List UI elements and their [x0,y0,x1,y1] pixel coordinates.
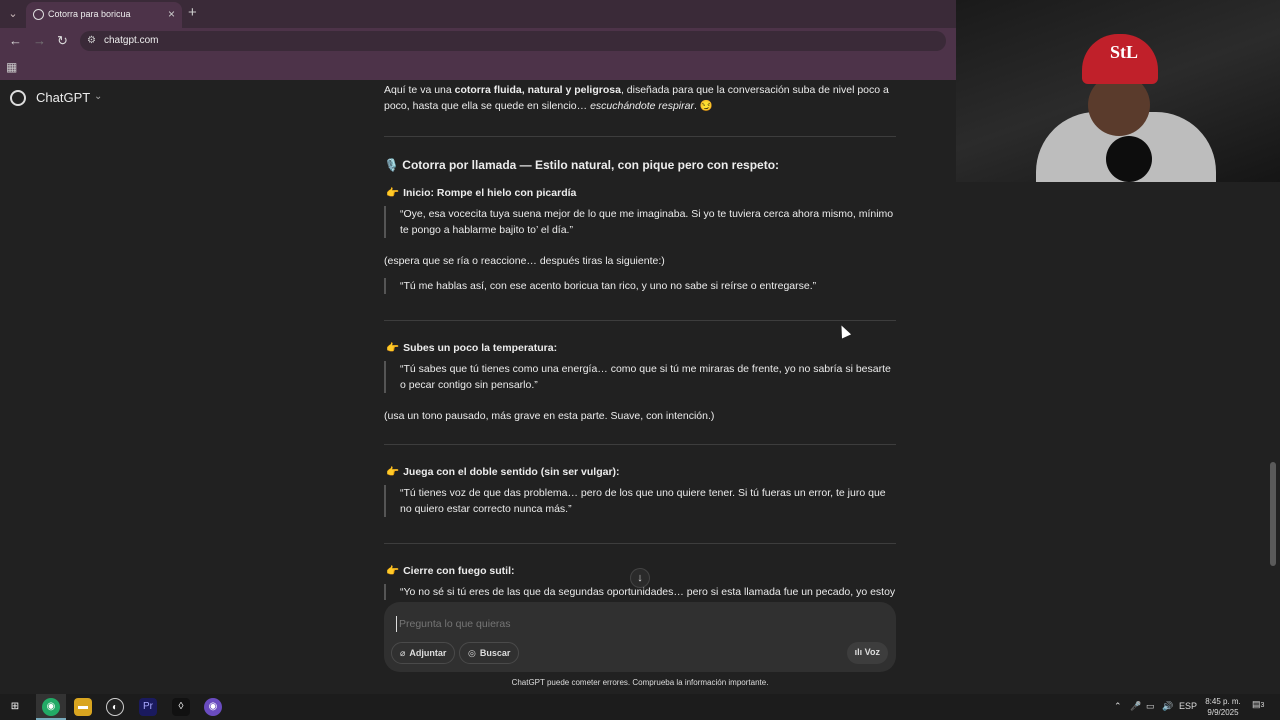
divider [384,320,896,321]
webcam-overlay: StL [956,0,1280,182]
brand-name: ChatGPT [36,90,91,105]
divider [384,136,896,137]
globe-icon: ◎ [468,648,476,658]
clock[interactable]: 8:45 p. m. 9/9/2025 [1196,696,1250,718]
attach-button[interactable]: ⌀ Adjuntar [391,642,456,664]
quote-block: “Tú me hablas así, con ese acento boricu… [384,278,896,294]
quote-block: “Tú sabes que tú tienes como una energía… [384,361,896,393]
windows-start-icon[interactable]: ⊞ [6,698,24,716]
clock-time: 8:45 p. m. [1205,697,1241,706]
quote-block: “Oye, esa vocecita tuya suena mejor de l… [384,206,896,238]
url-text: chatgpt.com [104,35,159,46]
clock-date: 9/9/2025 [1207,708,1239,717]
search-label: Buscar [479,648,511,658]
divider [384,444,896,445]
step-title: 👉 Inicio: Rompe el hielo con picardía [386,185,576,201]
close-tab-icon[interactable]: × [168,7,175,21]
tab-search-chevron-icon[interactable]: ⌄ [4,5,22,23]
step-title: 👉 Cierre con fuego sutil: [386,563,515,579]
scroll-down-button[interactable]: ↓ [630,568,650,588]
notification-count: 3 [1260,702,1265,709]
page-scrollbar[interactable] [1270,462,1276,566]
step-title-text: Cierre con fuego sutil: [403,565,515,577]
chat-thread: Aquí te va una cotorra fluida, natural y… [384,80,896,600]
network-icon[interactable]: ▭ [1146,701,1155,712]
step-title-text: Inicio: Rompe el hielo con picardía [403,187,577,199]
site-info-icon[interactable]: ⚙ [87,35,96,46]
step-title: 👉 Juega con el doble sentido (sin ser vul… [386,464,620,480]
address-toolbar: ← → ↻ ⚙ chatgpt.com [0,28,956,54]
forward-icon[interactable]: → [33,33,46,48]
pointing-hand-icon: 👉 [386,466,400,478]
volume-icon[interactable]: 🔊 [1162,701,1173,712]
prompt-input[interactable] [396,616,876,632]
pointing-hand-icon: 👉 [386,342,400,354]
intro-text-end: . 😏 [693,100,713,112]
bookmarks-bar: ▦ [0,54,956,80]
microphone [1106,136,1152,182]
openai-logo-icon [10,90,26,106]
note-text: (usa un tono pausado, más grave en esta … [384,410,715,422]
step-title: 👉 Subes un poco la temperatura: [386,340,557,356]
step-title-text: Juega con el doble sentido (sin ser vulg… [403,466,620,478]
red-cap: StL [1082,34,1158,84]
voice-label: Voz [864,647,880,657]
voice-wave-icon: ılı [854,647,865,657]
new-tab-icon[interactable]: + [188,4,197,21]
note-text: (espera que se ría o reaccione… después … [384,255,665,267]
search-button[interactable]: ◎ Buscar [459,642,520,664]
divider [384,543,896,544]
intro-paragraph: Aquí te va una cotorra fluida, natural y… [384,82,896,114]
browser-tab[interactable]: Cotorra para boricua × [26,2,182,28]
browser-app-icon[interactable]: ◉ [204,698,222,716]
heading-text: Cotorra por llamada — Estilo natural, co… [402,158,780,172]
obs-icon[interactable]: ◐ [106,698,124,716]
disclaimer-text: ChatGPT puede cometer errores. Comprueba… [511,678,769,687]
intro-text: Aquí te va una [384,84,455,96]
capcut-icon[interactable]: ◊ [172,698,190,716]
tab-title: Cotorra para boricua [48,9,131,19]
notification-center-icon[interactable]: ▤3 [1252,699,1266,713]
attach-label: Adjuntar [409,648,447,658]
microphone-tray-icon[interactable]: 🎤 [1130,701,1141,712]
tray-chevron-icon[interactable]: ⌃ [1114,701,1122,712]
voice-button[interactable]: ılı Voz [846,642,888,664]
message-composer: ⌀Adjuntar ◎Buscar ılı Voz [384,602,896,672]
chatgpt-favicon-icon [33,9,44,20]
step-title-text: Subes un poco la temperatura: [403,342,558,354]
premiere-icon[interactable]: Pr [139,698,157,716]
paperclip-icon: ⌀ [400,648,406,658]
file-explorer-icon[interactable]: ▬ [74,698,92,716]
reload-icon[interactable]: ↻ [57,33,68,49]
chrome-icon[interactable]: ◉ [42,698,60,716]
pointing-hand-icon: 👉 [386,187,400,199]
address-bar[interactable]: ⚙ chatgpt.com [80,31,946,51]
intro-bold: cotorra fluida, natural y peligrosa [454,84,621,96]
cap-logo: StL [1110,42,1139,62]
apps-grid-icon[interactable]: ▦ [6,60,17,74]
quote-block: “Tú tienes voz de que das problema… pero… [384,485,896,517]
intro-italic: escuchándote respirar [590,100,694,112]
pointing-hand-icon: 👉 [386,565,400,577]
back-icon[interactable]: ← [9,33,22,48]
windows-taskbar: ⊞ ◉ ▬ ◐ Pr ◊ ◉ ⌃ 🎤 ▭ 🔊 ESP 8:45 p. m. 9/9… [0,694,1280,720]
language-indicator[interactable]: ESP [1179,701,1197,711]
chevron-down-icon: ⌄ [94,91,103,102]
microphone-icon: 🎙️ [384,158,399,172]
section-heading: 🎙️ Cotorra por llamada — Estilo natural,… [384,157,779,173]
